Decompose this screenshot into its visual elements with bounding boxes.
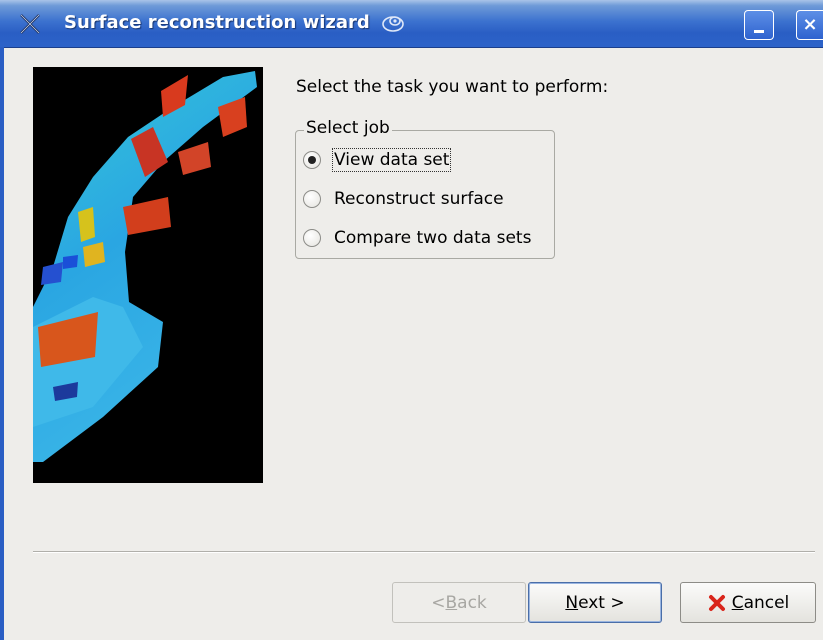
cancel-button[interactable]: C ancel bbox=[680, 582, 816, 623]
window-title: Surface reconstruction wizard bbox=[64, 12, 370, 33]
next-button[interactable]: N ext > bbox=[528, 582, 662, 623]
option-label: Compare two data sets bbox=[334, 228, 532, 248]
cancel-label-rest: ancel bbox=[743, 592, 790, 613]
option-label: Reconstruct surface bbox=[334, 189, 504, 209]
option-reconstruct-surface[interactable]: Reconstruct surface bbox=[303, 186, 504, 212]
red-x-icon bbox=[708, 594, 725, 611]
back-label-rest: ack bbox=[457, 592, 487, 613]
back-mnemonic: B bbox=[445, 592, 458, 613]
radio-reconstruct-surface[interactable] bbox=[303, 190, 321, 208]
option-compare-data-sets[interactable]: Compare two data sets bbox=[303, 225, 531, 251]
radio-view-data-set[interactable] bbox=[303, 151, 321, 169]
close-button[interactable]: × bbox=[796, 10, 823, 40]
next-mnemonic: N bbox=[565, 592, 579, 613]
task-prompt: Select the task you want to perform: bbox=[296, 77, 609, 97]
cancel-mnemonic: C bbox=[731, 592, 744, 613]
title-bar[interactable]: Surface reconstruction wizard × bbox=[0, 0, 823, 48]
radio-compare-data-sets[interactable] bbox=[303, 229, 321, 247]
separator bbox=[33, 551, 815, 553]
point-cloud-preview-image bbox=[33, 67, 263, 483]
option-label: View data set bbox=[331, 148, 452, 172]
back-prefix: < bbox=[431, 592, 446, 613]
app-x-icon bbox=[20, 14, 40, 34]
group-title: Select job bbox=[304, 118, 392, 138]
minimize-icon bbox=[754, 30, 764, 33]
swirl-icon bbox=[382, 16, 404, 32]
window-frame-left bbox=[0, 47, 4, 640]
close-icon: × bbox=[802, 14, 818, 35]
minimize-button[interactable] bbox=[744, 10, 774, 40]
option-view-data-set[interactable]: View data set bbox=[303, 147, 452, 173]
wizard-window: Surface reconstruction wizard × Select t… bbox=[0, 0, 823, 640]
back-button[interactable]: < B ack bbox=[392, 582, 526, 623]
next-label-rest: ext > bbox=[578, 592, 625, 613]
